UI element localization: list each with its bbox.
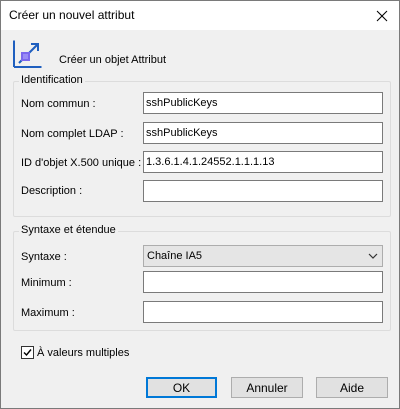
multivalued-label: À valeurs multiples bbox=[37, 347, 130, 359]
identification-group-title: Identification bbox=[19, 74, 85, 86]
close-icon bbox=[376, 10, 388, 21]
window-title: Créer un nouvel attribut bbox=[9, 8, 135, 22]
syntax-label: Syntaxe : bbox=[21, 251, 67, 263]
description-label: Description : bbox=[21, 185, 83, 197]
minimum-label: Minimum : bbox=[21, 277, 72, 289]
create-attribute-dialog: Créer un nouvel attribut Créer un objet … bbox=[0, 0, 400, 409]
maximum-field[interactable] bbox=[143, 301, 383, 323]
common-name-field[interactable]: sshPublicKeys bbox=[143, 92, 383, 114]
syntax-group-title: Syntaxe et étendue bbox=[19, 224, 118, 236]
header-text: Créer un objet Attribut bbox=[59, 54, 167, 66]
oid-label: ID d'objet X.500 unique : bbox=[21, 157, 142, 169]
ok-button[interactable]: OK bbox=[146, 377, 217, 398]
chevron-down-icon bbox=[368, 253, 378, 259]
ldap-name-field[interactable]: sshPublicKeys bbox=[143, 122, 383, 144]
title-bar: Créer un nouvel attribut bbox=[1, 1, 399, 30]
ldap-name-label: Nom complet LDAP : bbox=[21, 128, 124, 140]
close-button[interactable] bbox=[365, 1, 399, 30]
minimum-field[interactable] bbox=[143, 271, 383, 293]
oid-field[interactable]: 1.3.6.1.4.1.24552.1.1.1.13 bbox=[143, 151, 383, 173]
description-field[interactable] bbox=[143, 180, 383, 202]
multivalued-checkbox[interactable] bbox=[21, 346, 34, 359]
maximum-label: Maximum : bbox=[21, 307, 75, 319]
common-name-label: Nom commun : bbox=[21, 98, 96, 110]
cancel-button[interactable]: Annuler bbox=[231, 377, 303, 398]
syntax-select-value: Chaîne IA5 bbox=[147, 250, 203, 262]
syntax-select[interactable]: Chaîne IA5 bbox=[143, 245, 383, 267]
attribute-icon bbox=[13, 40, 42, 68]
help-button[interactable]: Aide bbox=[316, 377, 388, 398]
checkmark-icon bbox=[23, 349, 32, 357]
